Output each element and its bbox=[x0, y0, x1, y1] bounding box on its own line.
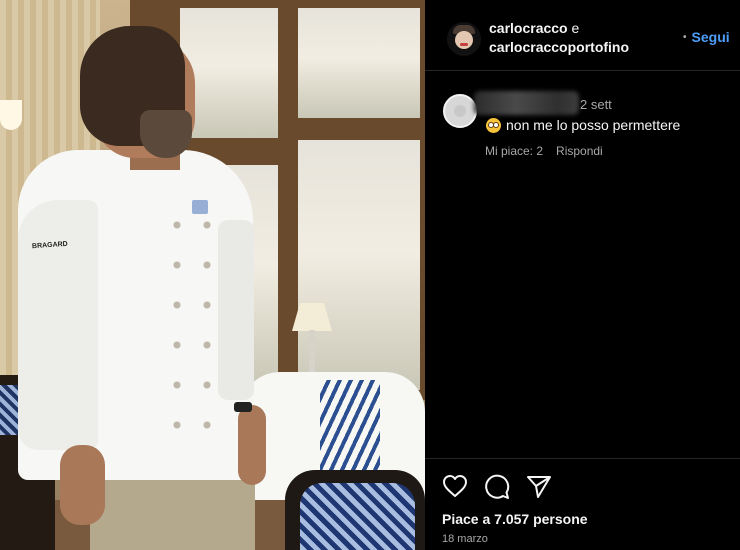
window-pane bbox=[298, 8, 420, 118]
comment-icon[interactable] bbox=[484, 474, 510, 500]
author-secondary-link[interactable]: carlocraccoportofino bbox=[489, 39, 629, 55]
reply-button[interactable]: Rispondi bbox=[556, 144, 603, 158]
comment-timestamp[interactable]: 2 sett bbox=[580, 97, 612, 112]
post-date[interactable]: 18 marzo bbox=[442, 533, 488, 545]
chef-right-hand bbox=[238, 405, 266, 485]
comment-body: non me lo posso permettere bbox=[506, 117, 681, 133]
action-bar bbox=[442, 474, 552, 500]
commenter-avatar[interactable] bbox=[443, 94, 477, 128]
author-avatar[interactable] bbox=[447, 22, 481, 56]
author-conjunction: e bbox=[571, 20, 580, 36]
post-footer: Piace a 7.057 persone 18 marzo bbox=[425, 458, 740, 550]
share-icon[interactable] bbox=[526, 474, 552, 498]
avatar-mouth bbox=[460, 43, 468, 46]
chef-left-sleeve bbox=[18, 200, 98, 450]
comment-meta: Mi piace: 2 Rispondi bbox=[485, 144, 603, 158]
post-image[interactable]: BRAGARD bbox=[0, 0, 425, 550]
chef-right-sleeve bbox=[218, 220, 254, 400]
heart-icon[interactable] bbox=[442, 474, 468, 498]
wristwatch bbox=[234, 402, 252, 412]
comment-item: 2 sett non me lo posso permettere Mi pia… bbox=[425, 72, 740, 172]
author-primary-link[interactable]: carlocracco bbox=[489, 20, 568, 36]
comment-text: non me lo posso permettere bbox=[486, 117, 680, 133]
post-side-panel: carlocracco e carlocraccoportofino • Seg… bbox=[425, 0, 740, 550]
avatar-face bbox=[455, 31, 473, 49]
jacket-buttons bbox=[162, 205, 222, 445]
chef-beard bbox=[140, 110, 192, 158]
follow-button[interactable]: • Segui bbox=[683, 29, 730, 45]
window-pane bbox=[298, 140, 420, 390]
follow-label: Segui bbox=[691, 29, 730, 45]
chef-left-hand bbox=[60, 445, 105, 525]
author-names: carlocracco e carlocraccoportofino bbox=[489, 19, 629, 57]
post-header: carlocracco e carlocraccoportofino • Seg… bbox=[425, 0, 740, 71]
avatar-placeholder-icon bbox=[454, 105, 466, 117]
comment-likes-link[interactable]: Mi piace: 2 bbox=[485, 144, 543, 158]
separator-dot: • bbox=[683, 31, 687, 43]
flushed-face-emoji-icon bbox=[486, 117, 501, 133]
wall-lamp bbox=[0, 100, 22, 130]
post-likes-count[interactable]: Piace a 7.057 persone bbox=[442, 511, 588, 527]
commenter-username-blurred[interactable] bbox=[474, 91, 579, 115]
chair-right-upholstery bbox=[300, 483, 415, 550]
jacket-logo bbox=[192, 200, 208, 214]
